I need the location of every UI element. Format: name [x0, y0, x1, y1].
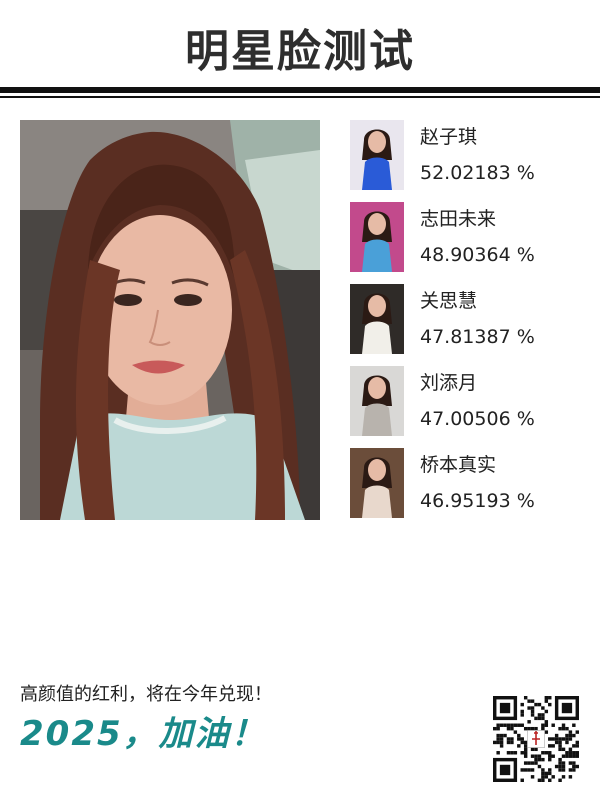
celebrity-name: 刘添月 — [420, 372, 478, 394]
celebrity-photo — [350, 448, 404, 518]
result-item[interactable]: 赵子琪 52.02183 % — [350, 120, 590, 190]
celebrity-name: 关思慧 — [420, 290, 478, 312]
selfie-illustration — [20, 120, 320, 520]
similarity-score: 46.95193 % — [420, 490, 535, 512]
celebrity-photo — [350, 120, 404, 190]
celebrity-name: 桥本真实 — [420, 454, 497, 476]
similarity-score: 48.90364 % — [420, 244, 535, 266]
celebrity-name: 志田未来 — [420, 208, 497, 230]
celebrity-thumbnail — [350, 448, 404, 518]
similarity-score: 47.81387 % — [420, 326, 535, 348]
result-item[interactable]: 关思慧 47.81387 % — [350, 284, 590, 354]
uploaded-selfie-photo — [20, 120, 320, 520]
header-divider-thin — [0, 96, 600, 98]
slogan-text: 高颜值的红利，将在今年兑现！ — [20, 684, 272, 705]
celebrity-thumbnail — [350, 284, 404, 354]
celebrity-photo — [350, 366, 404, 436]
celebrity-name: 赵子琪 — [420, 126, 478, 148]
celebrity-thumbnail — [350, 120, 404, 190]
celebrity-photo — [350, 202, 404, 272]
result-item[interactable]: 志田未来 48.90364 % — [350, 202, 590, 272]
qr-code-icon[interactable] — [493, 696, 579, 782]
qr-code-graphic — [493, 696, 579, 782]
celebrity-thumbnail — [350, 366, 404, 436]
page-title: 明星脸测试 — [185, 26, 415, 77]
cheer-headline: 2025，加油！ — [20, 714, 267, 754]
celebrity-photo — [350, 284, 404, 354]
similarity-score: 47.00506 % — [420, 408, 535, 430]
celebrity-thumbnail — [350, 202, 404, 272]
header: 明星脸测试 — [0, 0, 600, 100]
header-divider-thick — [0, 87, 600, 93]
similarity-score: 52.02183 % — [420, 162, 535, 184]
result-item[interactable]: 刘添月 47.00506 % — [350, 366, 590, 436]
result-item[interactable]: 桥本真实 46.95193 % — [350, 448, 590, 518]
